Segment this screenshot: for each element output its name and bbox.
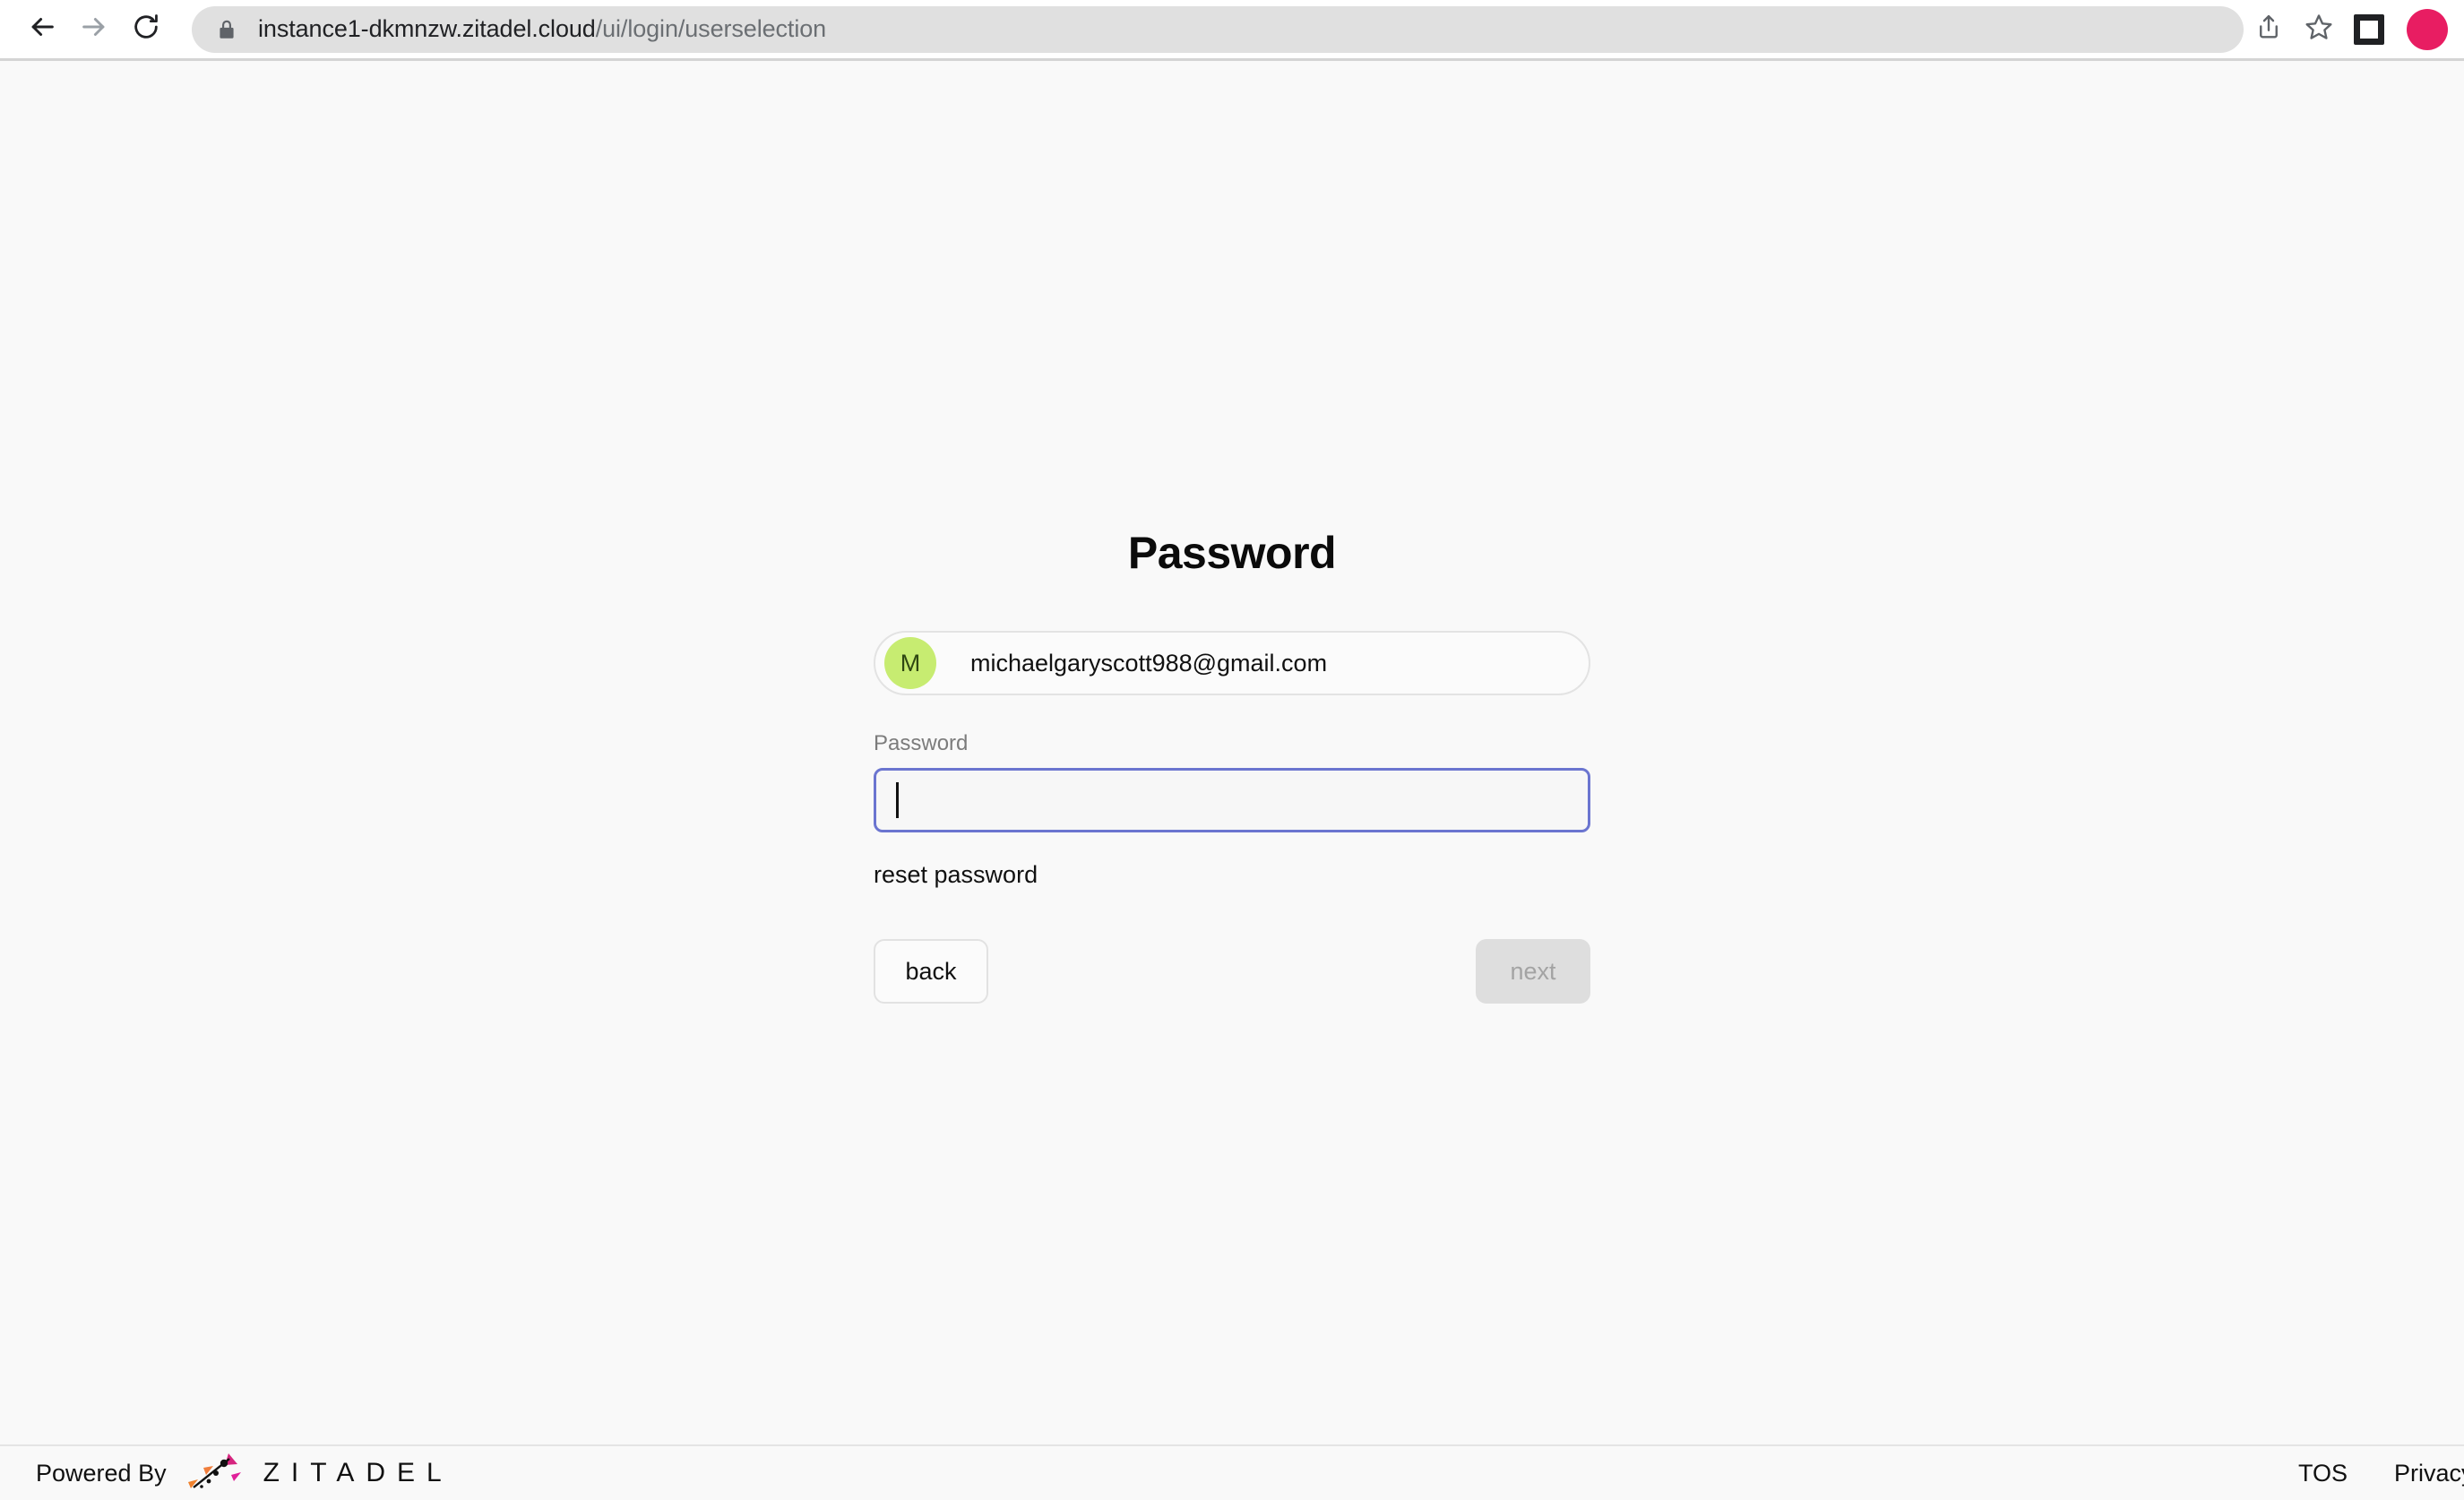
powered-by-label: Powered By bbox=[36, 1459, 167, 1487]
page-footer: Powered By ZITADEL TOS Privac bbox=[0, 1444, 2464, 1500]
reload-icon bbox=[132, 13, 160, 46]
back-button-form[interactable]: back bbox=[874, 939, 988, 1004]
footer-link-privacy[interactable]: Privacy Policy bbox=[2394, 1460, 2464, 1487]
share-button[interactable] bbox=[2244, 4, 2294, 55]
arrow-right-icon bbox=[79, 12, 109, 47]
user-email-label: michaelgaryscott988@gmail.com bbox=[970, 649, 1328, 677]
bookmark-button[interactable] bbox=[2294, 4, 2344, 55]
login-page-main: Password M michaelgaryscott988@gmail.com… bbox=[0, 61, 2464, 1444]
url-host: instance1-dkmnzw.zitadel.cloud bbox=[258, 15, 596, 42]
reset-password-link[interactable]: reset password bbox=[874, 861, 1038, 889]
page-title: Password bbox=[1127, 528, 1337, 578]
address-bar[interactable]: instance1-dkmnzw.zitadel.cloud/ui/login/… bbox=[192, 5, 2244, 53]
text-caret bbox=[896, 782, 899, 818]
zitadel-mark-icon bbox=[186, 1452, 242, 1496]
address-bar-text: instance1-dkmnzw.zitadel.cloud/ui/login/… bbox=[258, 15, 826, 43]
reload-button[interactable] bbox=[120, 4, 172, 56]
star-icon bbox=[2305, 13, 2333, 46]
forward-button[interactable] bbox=[68, 4, 120, 56]
page-viewport: Password M michaelgaryscott988@gmail.com… bbox=[0, 61, 2464, 1500]
footer-links: TOS Privacy Policy bbox=[2298, 1460, 2464, 1487]
footer-link-tos[interactable]: TOS bbox=[2298, 1460, 2348, 1487]
share-icon bbox=[2255, 13, 2282, 45]
powered-by-block: Powered By ZITADEL bbox=[36, 1452, 453, 1496]
browser-toolbar: instance1-dkmnzw.zitadel.cloud/ui/login/… bbox=[0, 0, 2464, 61]
sidebar-toggle-button[interactable] bbox=[2344, 4, 2394, 55]
password-input-wrapper[interactable] bbox=[874, 768, 1590, 832]
sidebar-panel-icon bbox=[2354, 13, 2384, 45]
password-login-card: Password M michaelgaryscott988@gmail.com… bbox=[874, 527, 1590, 1444]
password-field-label: Password bbox=[874, 731, 969, 755]
card-actions: back next bbox=[874, 939, 1590, 1004]
url-path: /ui/login/userselection bbox=[595, 15, 827, 42]
avatar: M bbox=[884, 637, 936, 689]
zitadel-wordmark: ZITADEL bbox=[263, 1458, 453, 1487]
zitadel-logo-lockup: ZITADEL bbox=[186, 1452, 453, 1496]
next-button[interactable]: next bbox=[1476, 939, 1590, 1004]
lock-icon bbox=[215, 18, 238, 41]
selected-user-chip[interactable]: M michaelgaryscott988@gmail.com bbox=[874, 631, 1590, 695]
toolbar-actions bbox=[2244, 4, 2448, 55]
back-button[interactable] bbox=[16, 4, 68, 56]
password-field-block: Password bbox=[874, 731, 1590, 832]
arrow-left-icon bbox=[27, 12, 57, 47]
profile-avatar[interactable] bbox=[2407, 8, 2448, 50]
